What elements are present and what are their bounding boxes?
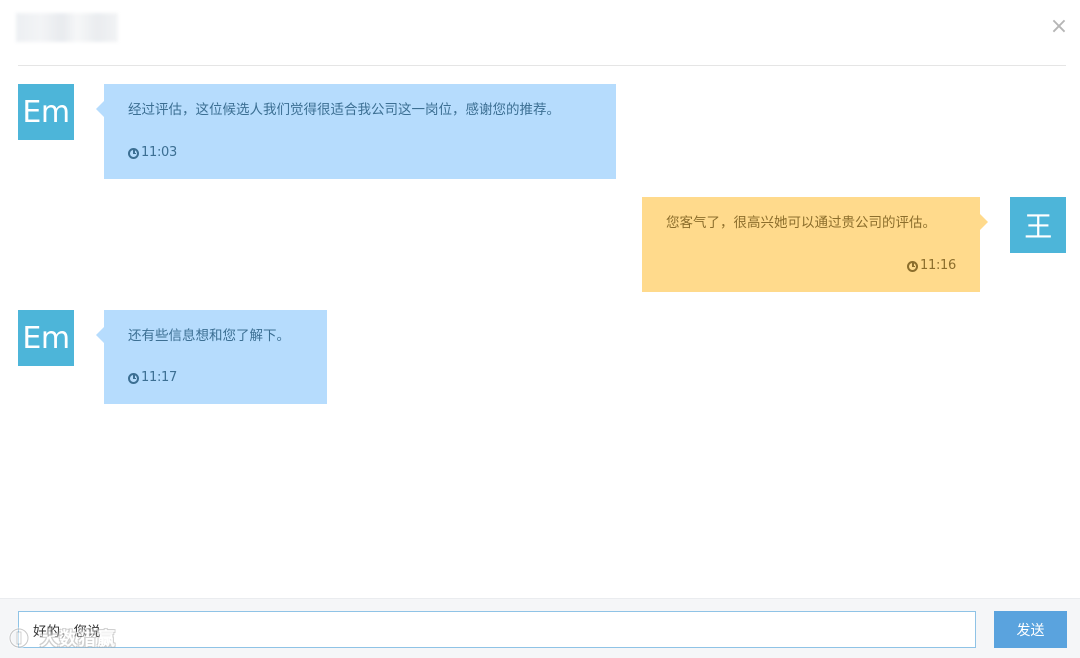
- message-time: 11:03: [141, 145, 177, 160]
- message-bubble: 经过评估，这位候选人我们觉得很适合我公司这一岗位，感谢您的推荐。 11:03: [96, 84, 616, 179]
- message-text: 经过评估，这位候选人我们觉得很适合我公司这一岗位，感谢您的推荐。: [128, 102, 560, 118]
- chat-dialog: × Em 经过评估，这位候选人我们觉得很适合我公司这一岗位，感谢您的推荐。 11…: [0, 0, 1080, 658]
- clock-icon: [128, 147, 139, 159]
- avatar: 王: [1010, 197, 1066, 253]
- close-icon[interactable]: ×: [1048, 16, 1070, 38]
- message-bubble: 还有些信息想和您了解下。 11:17: [96, 310, 327, 404]
- message-input[interactable]: [18, 611, 976, 648]
- message-time: 11:17: [141, 370, 177, 385]
- dialog-title-blurred: [16, 13, 118, 42]
- message-timestamp: 11:16: [907, 256, 956, 276]
- dialog-header: ×: [0, 0, 1080, 66]
- header-divider: [18, 65, 1066, 66]
- avatar: Em: [18, 310, 74, 366]
- clock-icon: [907, 260, 919, 272]
- clock-icon: [128, 372, 139, 384]
- send-button[interactable]: 发送: [994, 611, 1067, 648]
- message-text: 还有些信息想和您了解下。: [128, 328, 290, 344]
- message-text: 您客气了，很高兴她可以通过贵公司的评估。: [666, 215, 936, 231]
- message-timestamp: 11:03: [128, 143, 177, 163]
- composer-bar: 发送: [0, 598, 1080, 658]
- message-bubble: 您客气了，很高兴她可以通过贵公司的评估。 11:16: [642, 197, 988, 292]
- avatar: Em: [18, 84, 74, 140]
- message-time: 11:16: [920, 258, 956, 273]
- message-timestamp: 11:17: [128, 368, 177, 388]
